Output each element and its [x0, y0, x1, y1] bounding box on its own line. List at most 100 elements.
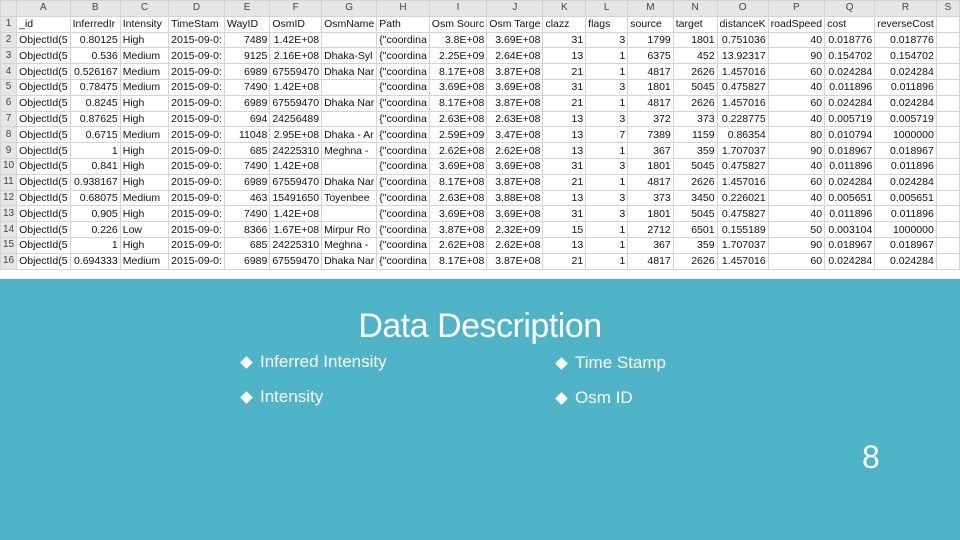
table-cell[interactable]: ObjectId(5 — [16, 110, 71, 128]
table-cell[interactable]: 3.69E+08 — [428, 78, 488, 96]
table-cell[interactable]: 1.457016 — [716, 94, 769, 112]
row-number[interactable]: 5 — [0, 78, 18, 96]
table-cell[interactable]: 7389 — [627, 126, 674, 144]
table-cell[interactable]: Mirpur Ro — [321, 221, 378, 238]
table-cell[interactable]: 3.8E+08 — [428, 31, 488, 49]
table-cell[interactable]: 2.95E+08 — [269, 126, 323, 144]
table-cell[interactable]: 3.87E+08 — [486, 252, 544, 270]
table-cell[interactable]: 6989 — [223, 173, 271, 191]
table-cell[interactable]: 1801 — [627, 157, 674, 175]
column-header[interactable]: H — [376, 0, 430, 17]
table-cell[interactable]: Medium — [119, 47, 170, 65]
table-cell[interactable]: 15491650 — [269, 189, 323, 207]
table-cell[interactable]: 2626 — [672, 94, 718, 112]
table-cell[interactable]: 1159 — [672, 126, 718, 144]
table-cell[interactable]: 1.42E+08 — [269, 205, 323, 223]
table-cell[interactable]: 0.018967 — [824, 142, 876, 159]
table-cell[interactable]: {"coordina — [376, 31, 430, 49]
table-cell[interactable]: 0.475827 — [716, 205, 769, 223]
table-cell[interactable]: 685 — [223, 236, 271, 254]
table-cell[interactable]: 3.69E+08 — [428, 205, 488, 223]
header-cell[interactable]: Intensity — [119, 15, 170, 33]
table-cell[interactable] — [935, 31, 960, 49]
header-cell[interactable]: cost — [824, 15, 876, 33]
table-cell[interactable]: 0.024284 — [824, 252, 876, 270]
header-cell[interactable]: OsmName — [321, 15, 378, 33]
table-cell[interactable]: 0.024284 — [874, 94, 937, 112]
table-cell[interactable]: 40 — [767, 157, 826, 175]
table-cell[interactable]: 0.011896 — [874, 78, 937, 96]
table-cell[interactable]: 0.226021 — [716, 189, 769, 207]
table-cell[interactable]: 13 — [542, 126, 587, 144]
table-cell[interactable]: 13 — [542, 47, 587, 65]
table-cell[interactable]: 40 — [767, 205, 826, 223]
table-cell[interactable]: 24225310 — [269, 142, 323, 159]
table-cell[interactable]: 0.86354 — [716, 126, 769, 144]
table-cell[interactable]: 40 — [767, 78, 826, 96]
table-cell[interactable]: 13 — [542, 142, 587, 159]
table-cell[interactable]: 21 — [542, 63, 587, 80]
table-cell[interactable]: {"coordina — [376, 126, 430, 144]
table-cell[interactable]: 21 — [542, 94, 587, 112]
table-cell[interactable]: 1 — [585, 236, 629, 254]
table-cell[interactable]: {"coordina — [376, 189, 430, 207]
table-cell[interactable]: 359 — [672, 142, 718, 159]
table-cell[interactable]: 0.005651 — [824, 189, 876, 207]
table-cell[interactable]: {"coordina — [376, 142, 430, 159]
table-cell[interactable]: 2015-09-0: — [168, 31, 225, 49]
table-cell[interactable]: 1000000 — [874, 126, 937, 144]
table-cell[interactable]: 11048 — [223, 126, 271, 144]
table-cell[interactable] — [935, 78, 960, 96]
table-cell[interactable]: 2015-09-0: — [168, 78, 225, 96]
table-cell[interactable] — [935, 252, 960, 270]
table-cell[interactable]: 0.526167 — [69, 63, 121, 80]
table-cell[interactable]: 0.694333 — [69, 252, 121, 270]
table-cell[interactable]: 31 — [542, 31, 587, 49]
table-cell[interactable]: 3.69E+08 — [486, 157, 544, 175]
column-header[interactable]: I — [428, 0, 488, 17]
table-cell[interactable]: 0.005719 — [824, 110, 876, 128]
row-number[interactable]: 7 — [0, 110, 18, 128]
column-header[interactable]: Q — [824, 0, 876, 17]
table-cell[interactable]: 3450 — [672, 189, 718, 207]
table-cell[interactable]: 367 — [627, 236, 674, 254]
table-cell[interactable] — [935, 221, 960, 238]
table-cell[interactable]: 90 — [767, 47, 826, 65]
table-cell[interactable]: 1801 — [627, 78, 674, 96]
row-number[interactable]: 14 — [0, 221, 18, 238]
table-cell[interactable] — [935, 63, 960, 80]
table-cell[interactable]: ObjectId(5 — [16, 221, 71, 238]
table-cell[interactable]: 1.707037 — [716, 236, 769, 254]
table-cell[interactable]: High — [119, 94, 170, 112]
table-cell[interactable]: 3 — [585, 78, 629, 96]
table-cell[interactable]: 3.69E+08 — [486, 205, 544, 223]
table-cell[interactable]: 2015-09-0: — [168, 142, 225, 159]
table-cell[interactable] — [935, 189, 960, 207]
table-cell[interactable]: 2626 — [672, 252, 718, 270]
column-header[interactable]: E — [223, 0, 271, 17]
table-cell[interactable] — [321, 205, 378, 223]
table-cell[interactable]: 1.42E+08 — [269, 31, 323, 49]
table-cell[interactable]: 1.42E+08 — [269, 157, 323, 175]
table-cell[interactable]: 0.011896 — [824, 78, 876, 96]
row-number[interactable]: 2 — [0, 31, 18, 49]
table-cell[interactable]: 0.024284 — [824, 63, 876, 80]
table-cell[interactable] — [935, 142, 960, 159]
table-cell[interactable]: 13 — [542, 110, 587, 128]
row-number[interactable]: 8 — [0, 126, 18, 144]
table-cell[interactable]: 1799 — [627, 31, 674, 49]
table-cell[interactable]: 0.011896 — [874, 205, 937, 223]
table-cell[interactable]: 24225310 — [269, 236, 323, 254]
table-cell[interactable]: 373 — [672, 110, 718, 128]
table-cell[interactable]: 40 — [767, 31, 826, 49]
header-cell[interactable]: InferredIr — [69, 15, 121, 33]
table-cell[interactable]: 2015-09-0: — [168, 126, 225, 144]
column-header[interactable]: R — [874, 0, 937, 17]
table-cell[interactable]: 2.62E+08 — [486, 142, 544, 159]
table-cell[interactable]: 8.17E+08 — [428, 252, 488, 270]
table-cell[interactable]: 1.457016 — [716, 252, 769, 270]
table-cell[interactable]: 31 — [542, 205, 587, 223]
table-cell[interactable]: 2.16E+08 — [269, 47, 323, 65]
table-cell[interactable]: 2015-09-0: — [168, 157, 225, 175]
table-cell[interactable]: 6989 — [223, 252, 271, 270]
